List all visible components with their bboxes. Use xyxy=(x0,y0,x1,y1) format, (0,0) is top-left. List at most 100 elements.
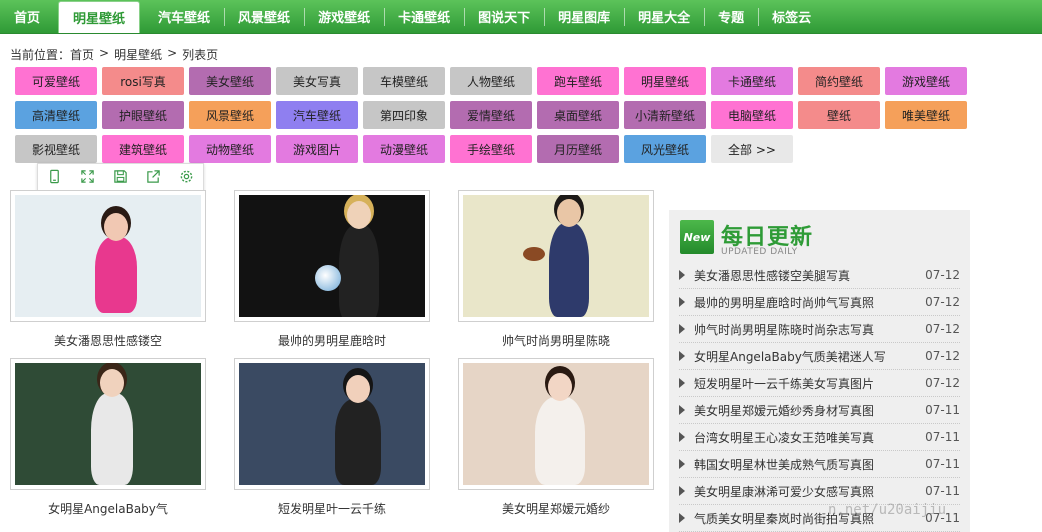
tag-link[interactable]: 可爱壁纸 xyxy=(15,67,97,95)
tag-link[interactable]: 卡通壁纸 xyxy=(711,67,793,95)
photo-image xyxy=(15,195,201,317)
tag-link[interactable]: 动漫壁纸 xyxy=(363,135,445,163)
daily-update-item[interactable]: 美女明星康淋浠可爱少女感写真照 07-11 xyxy=(679,478,960,505)
gallery-thumbnail[interactable] xyxy=(234,358,430,490)
fullscreen-button[interactable] xyxy=(71,164,104,192)
daily-update-title[interactable]: 美女明星康淋浠可爱少女感写真照 xyxy=(694,483,919,500)
daily-update-title[interactable]: 韩国女明星林世美成熟气质写真图 xyxy=(694,456,919,473)
triangle-right-icon xyxy=(679,351,685,361)
daily-update-item[interactable]: 台湾女明星王心凌女王范唯美写真 07-11 xyxy=(679,424,960,451)
daily-update-item[interactable]: 美女明星郑嫒元婚纱秀身材写真图 07-11 xyxy=(679,397,960,424)
tag-link[interactable]: 爱情壁纸 xyxy=(450,101,532,129)
tag-link[interactable]: 小清新壁纸 xyxy=(624,101,706,129)
tag-link[interactable]: 跑车壁纸 xyxy=(537,67,619,95)
figure-body xyxy=(535,397,585,485)
gallery-card[interactable]: 美女明星郑嫒元婚纱 xyxy=(458,358,654,517)
tag-link[interactable]: 简约壁纸 xyxy=(798,67,880,95)
nav-item-2[interactable]: 汽车壁纸 xyxy=(144,0,224,33)
tag-link[interactable]: 第四印象 xyxy=(363,101,445,129)
tag-link[interactable]: 建筑壁纸 xyxy=(102,135,184,163)
daily-update-title[interactable]: 台湾女明星王心凌女王范唯美写真 xyxy=(694,429,919,446)
figure-head xyxy=(104,213,128,241)
tag-link[interactable]: 明星壁纸 xyxy=(624,67,706,95)
gallery-thumbnail[interactable] xyxy=(234,190,430,322)
image-toolbar xyxy=(37,163,204,193)
daily-update-date: 07-11 xyxy=(925,403,960,417)
gallery-caption[interactable]: 最帅的男明星鹿晗时 xyxy=(234,332,430,349)
gallery-caption[interactable]: 帅气时尚男明星陈晓 xyxy=(458,332,654,349)
triangle-right-icon xyxy=(679,378,685,388)
tag-link[interactable]: 护眼壁纸 xyxy=(102,101,184,129)
share-icon xyxy=(146,169,161,187)
nav-item-5[interactable]: 卡通壁纸 xyxy=(384,0,464,33)
daily-update-item[interactable]: 韩国女明星林世美成熟气质写真图 07-11 xyxy=(679,451,960,478)
triangle-right-icon xyxy=(679,486,685,496)
tag-link[interactable]: 汽车壁纸 xyxy=(276,101,358,129)
gallery-caption[interactable]: 短发明星叶一云千练 xyxy=(234,500,430,517)
gallery-card[interactable]: 帅气时尚男明星陈晓 xyxy=(458,190,654,349)
breadcrumb-link: 列表页 xyxy=(182,48,219,62)
gallery-card[interactable]: 美女潘恩思性感镂空 xyxy=(10,190,206,349)
daily-update-title[interactable]: 帅气时尚男明星陈晓时尚杂志写真 xyxy=(694,321,919,338)
gallery-card[interactable]: 女明星AngelaBaby气 xyxy=(10,358,206,517)
daily-update-title[interactable]: 美女明星郑嫒元婚纱秀身材写真图 xyxy=(694,402,919,419)
phone-button[interactable] xyxy=(38,164,71,192)
top-navigation: 首页 明星壁纸 汽车壁纸 风景壁纸 游戏壁纸 卡通壁纸 图说天下 明星图库 明星大全 专题 标签云 xyxy=(0,0,1042,34)
tag-link[interactable]: 高清壁纸 xyxy=(15,101,97,129)
gallery-thumbnail[interactable] xyxy=(10,190,206,322)
nav-item-0[interactable]: 首页 xyxy=(0,0,54,33)
gallery-caption[interactable]: 女明星AngelaBaby气 xyxy=(10,500,206,517)
daily-update-item[interactable]: 美女潘恩思性感镂空美腿写真 07-12 xyxy=(679,262,960,289)
tag-link[interactable]: 游戏图片 xyxy=(276,135,358,163)
breadcrumb-link[interactable]: 明星壁纸 xyxy=(114,46,162,63)
gallery-thumbnail[interactable] xyxy=(10,358,206,490)
gallery-card[interactable]: 短发明星叶一云千练 xyxy=(234,358,430,517)
settings-button[interactable] xyxy=(170,164,203,192)
daily-update-item[interactable]: 女明星AngelaBaby气质美裙迷人写 07-12 xyxy=(679,343,960,370)
nav-item-3[interactable]: 风景壁纸 xyxy=(224,0,304,33)
daily-update-date: 07-12 xyxy=(925,268,960,282)
tag-link[interactable]: 影视壁纸 xyxy=(15,135,97,163)
daily-update-item[interactable]: 短发明星叶一云千练美女写真图片 07-12 xyxy=(679,370,960,397)
tag-link[interactable]: 桌面壁纸 xyxy=(537,101,619,129)
daily-update-item[interactable]: 最帅的男明星鹿晗时尚帅气写真照 07-12 xyxy=(679,289,960,316)
tag-link[interactable]: 美女壁纸 xyxy=(189,67,271,95)
daily-update-title[interactable]: 最帅的男明星鹿晗时尚帅气写真照 xyxy=(694,294,919,311)
tag-link[interactable]: 手绘壁纸 xyxy=(450,135,532,163)
gallery-card[interactable]: 最帅的男明星鹿晗时 xyxy=(234,190,430,349)
tag-link[interactable]: 月历壁纸 xyxy=(537,135,619,163)
nav-item-1[interactable]: 明星壁纸 xyxy=(58,1,141,33)
daily-update-title[interactable]: 短发明星叶一云千练美女写真图片 xyxy=(694,375,919,392)
tag-link[interactable]: 电脑壁纸 xyxy=(711,101,793,129)
tag-link[interactable]: 风景壁纸 xyxy=(189,101,271,129)
tag-link[interactable]: 车模壁纸 xyxy=(363,67,445,95)
tag-link[interactable]: 美女写真 xyxy=(276,67,358,95)
tag-link[interactable]: 全部 >> xyxy=(711,135,793,163)
nav-item-7[interactable]: 明星图库 xyxy=(544,0,624,33)
gallery-thumbnail[interactable] xyxy=(458,358,654,490)
share-button[interactable] xyxy=(137,164,170,192)
nav-item-9[interactable]: 专题 xyxy=(704,0,758,33)
tag-link[interactable]: 风光壁纸 xyxy=(624,135,706,163)
figure-head xyxy=(347,201,371,229)
daily-update-item[interactable]: 帅气时尚男明星陈晓时尚杂志写真 07-12 xyxy=(679,316,960,343)
nav-item-4[interactable]: 游戏壁纸 xyxy=(304,0,384,33)
save-button[interactable] xyxy=(104,164,137,192)
gallery-caption[interactable]: 美女明星郑嫒元婚纱 xyxy=(458,500,654,517)
gallery-caption[interactable]: 美女潘恩思性感镂空 xyxy=(10,332,206,349)
nav-item-6[interactable]: 图说天下 xyxy=(464,0,544,33)
phone-icon xyxy=(47,169,62,187)
daily-update-title[interactable]: 女明星AngelaBaby气质美裙迷人写 xyxy=(694,348,919,365)
daily-update-title[interactable]: 美女潘恩思性感镂空美腿写真 xyxy=(694,267,919,284)
nav-item-8[interactable]: 明星大全 xyxy=(624,0,704,33)
tag-link[interactable]: 人物壁纸 xyxy=(450,67,532,95)
figure-body xyxy=(91,393,133,485)
tag-link[interactable]: 唯美壁纸 xyxy=(885,101,967,129)
tag-link[interactable]: rosi写真 xyxy=(102,67,184,95)
tag-link[interactable]: 游戏壁纸 xyxy=(885,67,967,95)
tag-link[interactable]: 动物壁纸 xyxy=(189,135,271,163)
breadcrumb-link[interactable]: 当前位置：首页 xyxy=(10,46,94,63)
tag-link[interactable]: 壁纸 xyxy=(798,101,880,129)
nav-item-10[interactable]: 标签云 xyxy=(758,0,825,33)
gallery-thumbnail[interactable] xyxy=(458,190,654,322)
